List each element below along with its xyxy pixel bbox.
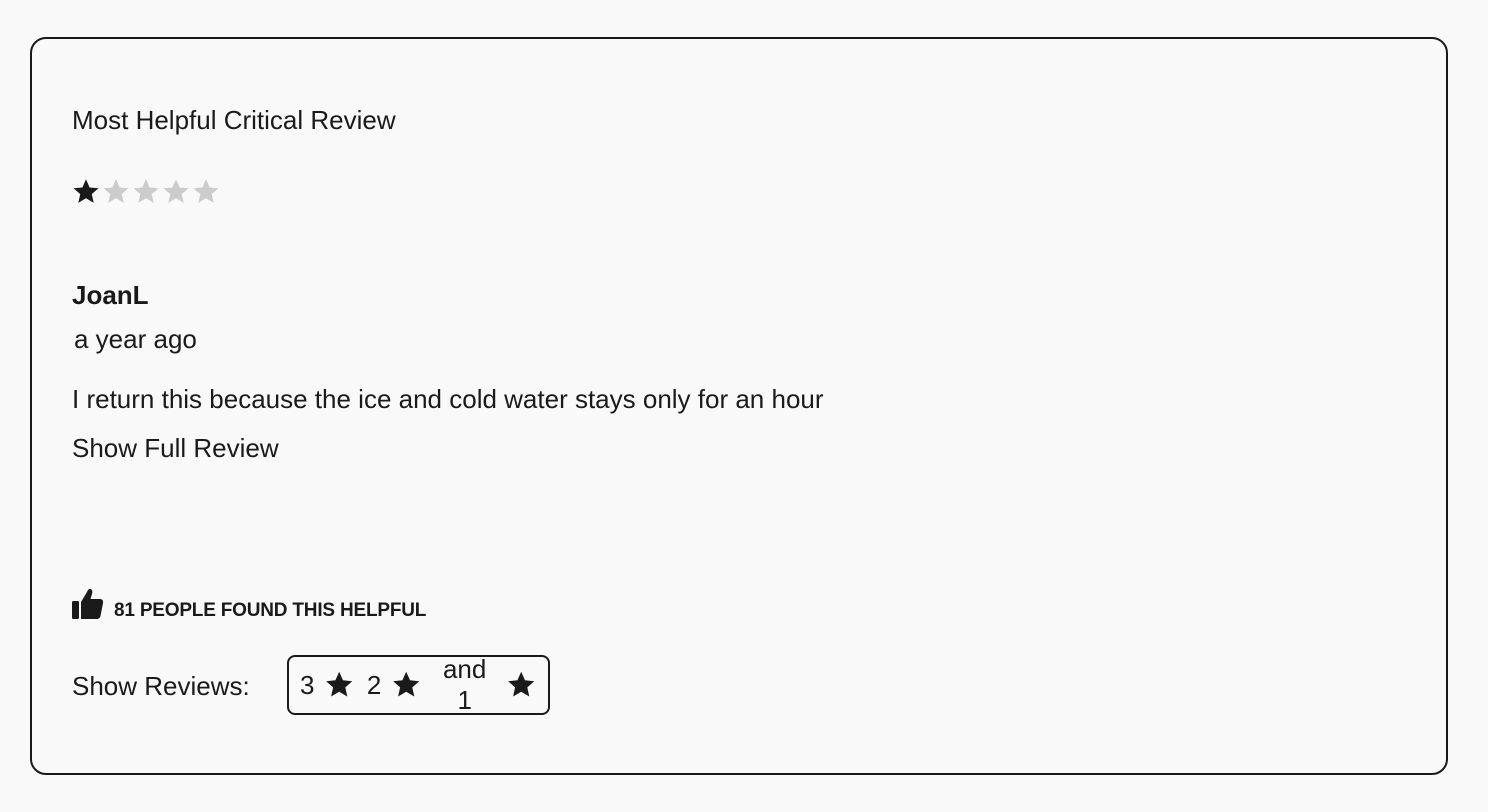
star-filter-button[interactable]: 3 2 and 1 [287, 654, 550, 715]
star-icon [393, 671, 420, 697]
star-empty-icon [133, 179, 159, 203]
filter-two-label: 2 [366, 669, 382, 700]
review-heading: Most Helpful Critical Review [72, 105, 396, 135]
thumbs-up-icon [72, 588, 104, 619]
star-icon [326, 671, 353, 697]
helpful-count: 81 PEOPLE FOUND THIS HELPFUL [72, 587, 426, 621]
filter-and-one-label: and 1 [442, 654, 487, 715]
review-time: a year ago [74, 324, 197, 354]
star-empty-icon [193, 179, 219, 203]
star-rating [71, 177, 221, 207]
review-text: I return this because the ice and cold w… [72, 384, 824, 414]
reviewer-name: JoanL [72, 280, 149, 310]
star-empty-icon [163, 179, 189, 203]
star-icon [507, 671, 534, 697]
critical-review-card: Most Helpful Critical Review JoanL a yea… [30, 37, 1448, 775]
star-empty-icon [103, 179, 129, 203]
show-full-review-link[interactable]: Show Full Review [72, 433, 279, 463]
helpful-count-text: 81 PEOPLE FOUND THIS HELPFUL [114, 600, 427, 621]
filter-three-label: 3 [300, 669, 315, 700]
show-reviews-label: Show Reviews: [72, 671, 250, 701]
star-filled-icon [73, 179, 99, 203]
